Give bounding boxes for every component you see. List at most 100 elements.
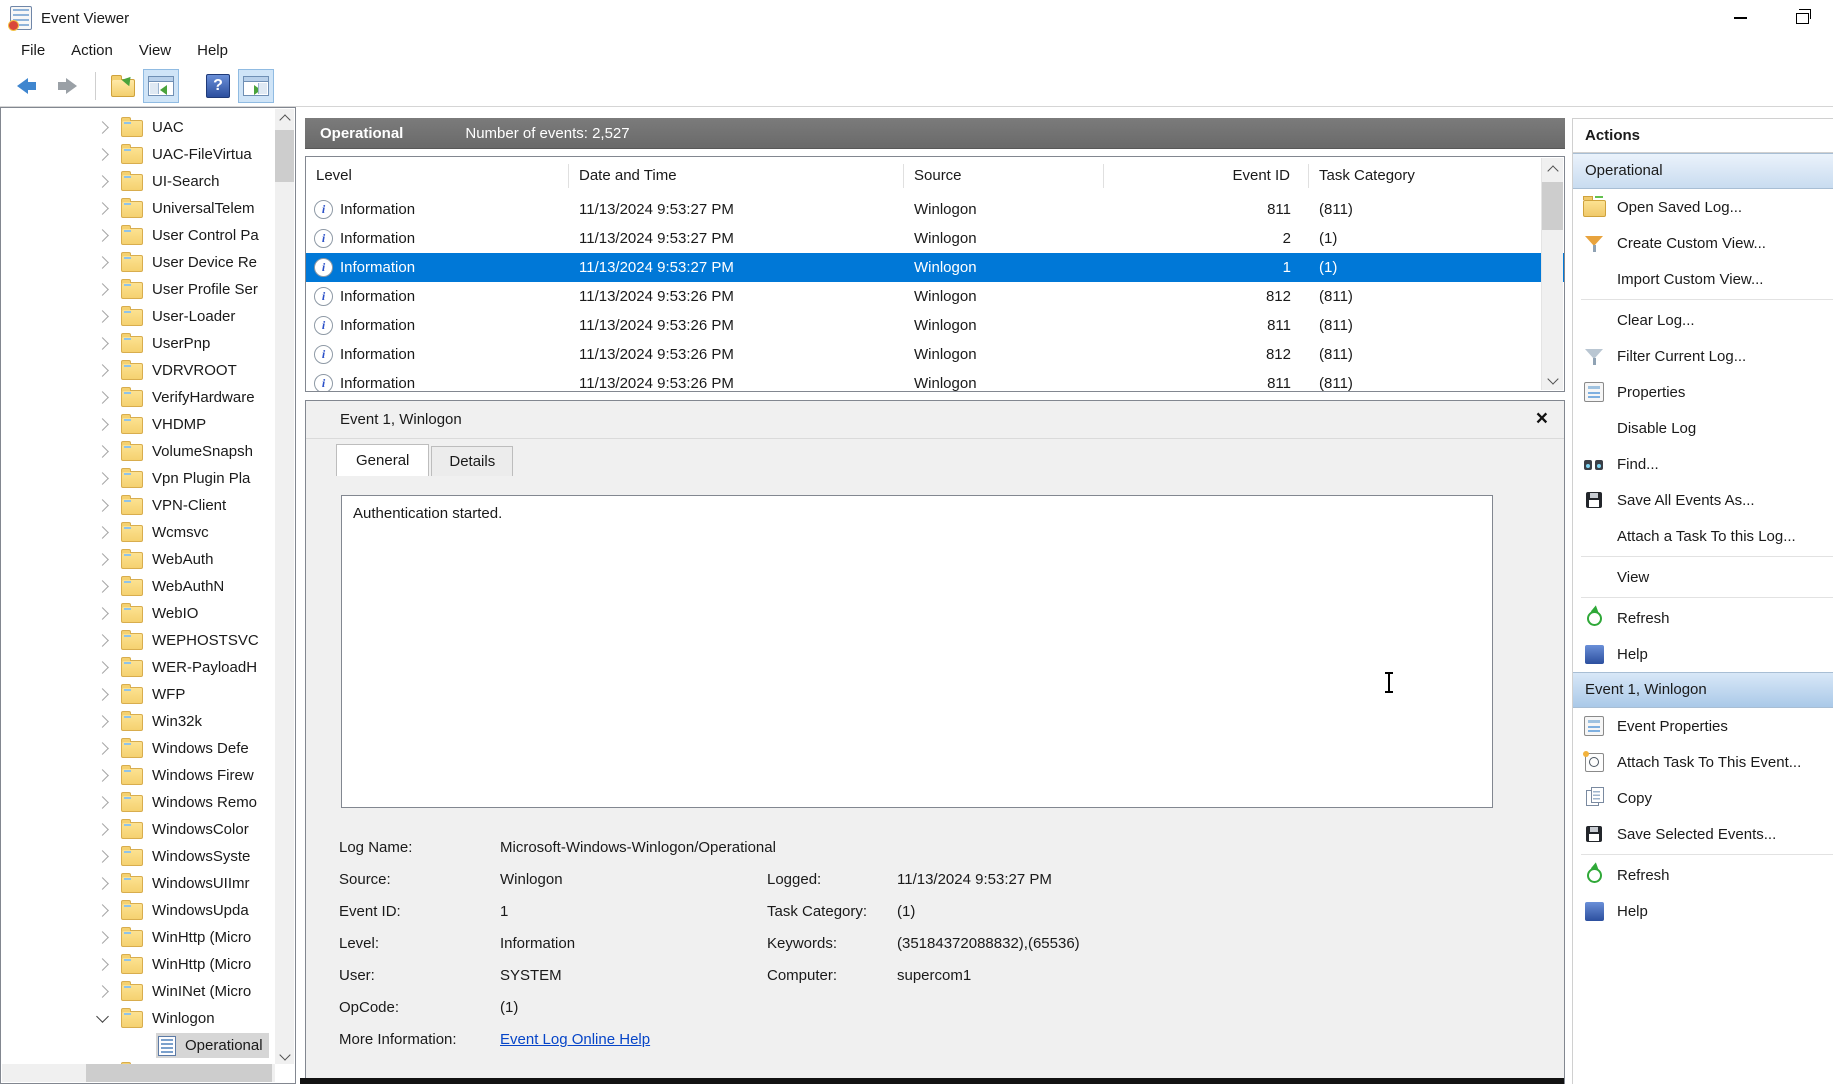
- tree-item[interactable]: WFP: [1, 681, 296, 708]
- action-item[interactable]: Import Custom View...: [1573, 261, 1833, 297]
- tree-item[interactable]: Vpn Plugin Pla: [1, 465, 296, 492]
- scroll-up-button[interactable]: [1542, 160, 1563, 177]
- action-item[interactable]: Copy: [1573, 780, 1833, 816]
- chevron-right-icon[interactable]: [96, 364, 109, 377]
- chevron-right-icon[interactable]: [96, 796, 109, 809]
- scrollbar-thumb[interactable]: [86, 1064, 272, 1082]
- event-description-box[interactable]: Authentication started.: [341, 495, 1493, 808]
- chevron-right-icon[interactable]: [96, 850, 109, 863]
- chevron-right-icon[interactable]: [96, 229, 109, 242]
- tree-item[interactable]: UniversalTelem: [1, 195, 296, 222]
- scrollbar-thumb[interactable]: [1542, 182, 1563, 230]
- tree-item[interactable]: User-Loader: [1, 303, 296, 330]
- chevron-right-icon[interactable]: [96, 1010, 109, 1023]
- chevron-right-icon[interactable]: [96, 499, 109, 512]
- action-item[interactable]: View: [1573, 559, 1833, 595]
- action-item[interactable]: Refresh: [1573, 600, 1833, 636]
- tree-item[interactable]: WER-PayloadH: [1, 654, 296, 681]
- table-row[interactable]: iInformation 11/13/2024 9:53:27 PM Winlo…: [306, 195, 1564, 224]
- detail-tab[interactable]: Details: [431, 446, 513, 476]
- table-row[interactable]: iInformation 11/13/2024 9:53:27 PM Winlo…: [306, 224, 1564, 253]
- chevron-right-icon[interactable]: [96, 418, 109, 431]
- tree-item[interactable]: UAC-FileVirtua: [1, 141, 296, 168]
- action-item[interactable]: Attach a Task To this Log...: [1573, 518, 1833, 554]
- action-item[interactable]: Help: [1573, 636, 1833, 672]
- tree-item[interactable]: WindowsColor: [1, 816, 296, 843]
- scrollbar-thumb[interactable]: [275, 130, 294, 182]
- events-vertical-scrollbar[interactable]: [1541, 158, 1563, 390]
- tree-item[interactable]: Windows Defe: [1, 735, 296, 762]
- action-item[interactable]: Open Saved Log...: [1573, 189, 1833, 225]
- column-header-source[interactable]: Source: [904, 164, 1104, 188]
- chevron-right-icon[interactable]: [96, 877, 109, 890]
- chevron-right-icon[interactable]: [96, 904, 109, 917]
- menu-item[interactable]: Action: [58, 38, 126, 63]
- tree-item[interactable]: WindowsUIImr: [1, 870, 296, 897]
- tree-item[interactable]: WinINet (Micro: [1, 978, 296, 1005]
- chevron-right-icon[interactable]: [96, 472, 109, 485]
- chevron-right-icon[interactable]: [96, 148, 109, 161]
- tree-item[interactable]: VolumeSnapsh: [1, 438, 296, 465]
- tree-item[interactable]: Windows Firew: [1, 762, 296, 789]
- chevron-right-icon[interactable]: [96, 985, 109, 998]
- action-item[interactable]: Refresh: [1573, 857, 1833, 893]
- chevron-right-icon[interactable]: [96, 580, 109, 593]
- table-row[interactable]: iInformation 11/13/2024 9:53:26 PM Winlo…: [306, 369, 1564, 392]
- chevron-right-icon[interactable]: [96, 202, 109, 215]
- tree-item[interactable]: WinHttp (Micro: [1, 951, 296, 978]
- tree-item[interactable]: UI-Search: [1, 168, 296, 195]
- export-log-button[interactable]: [105, 69, 141, 103]
- sidebar-horizontal-scrollbar[interactable]: [2, 1064, 275, 1082]
- chevron-right-icon[interactable]: [96, 607, 109, 620]
- actions-group-header-operational[interactable]: Operational: [1573, 153, 1833, 189]
- tree-item[interactable]: VerifyHardware: [1, 384, 296, 411]
- tree-item[interactable]: Windows Remo: [1, 789, 296, 816]
- tree-item[interactable]: VPN-Client: [1, 492, 296, 519]
- back-button[interactable]: [10, 69, 46, 103]
- chevron-right-icon[interactable]: [96, 931, 109, 944]
- action-item[interactable]: Disable Log: [1573, 410, 1833, 446]
- action-item[interactable]: Save All Events As...: [1573, 482, 1833, 518]
- action-item[interactable]: Save Selected Events...: [1573, 816, 1833, 852]
- table-row[interactable]: iInformation 11/13/2024 9:53:26 PM Winlo…: [306, 311, 1564, 340]
- chevron-right-icon[interactable]: [96, 661, 109, 674]
- menu-item[interactable]: View: [126, 38, 184, 63]
- help-button[interactable]: ?: [200, 69, 236, 103]
- tree-item[interactable]: VHDMP: [1, 411, 296, 438]
- chevron-right-icon[interactable]: [96, 634, 109, 647]
- chevron-right-icon[interactable]: [96, 283, 109, 296]
- chevron-right-icon[interactable]: [96, 958, 109, 971]
- tree-item[interactable]: Win32k: [1, 708, 296, 735]
- tree-item[interactable]: WEPHOSTSVC: [1, 627, 296, 654]
- menu-item[interactable]: Help: [184, 38, 241, 63]
- column-header-eventid[interactable]: Event ID: [1104, 164, 1309, 188]
- table-row[interactable]: iInformation 11/13/2024 9:53:26 PM Winlo…: [306, 282, 1564, 311]
- detail-tab[interactable]: General: [336, 444, 429, 476]
- chevron-right-icon[interactable]: [96, 175, 109, 188]
- chevron-right-icon[interactable]: [96, 256, 109, 269]
- column-header-date[interactable]: Date and Time: [569, 164, 904, 188]
- scroll-up-button[interactable]: [275, 109, 294, 126]
- tree-item[interactable]: Winlogon: [1, 1005, 296, 1032]
- chevron-right-icon[interactable]: [96, 823, 109, 836]
- chevron-right-icon[interactable]: [96, 121, 109, 134]
- tree-item[interactable]: WebAuth: [1, 546, 296, 573]
- restore-button[interactable]: [1771, 0, 1833, 36]
- menu-item[interactable]: File: [8, 38, 58, 63]
- close-icon[interactable]: ×: [1536, 404, 1548, 434]
- minimize-button[interactable]: [1709, 0, 1771, 36]
- tree-item[interactable]: Wcmsvc: [1, 519, 296, 546]
- tree-item[interactable]: WebAuthN: [1, 573, 296, 600]
- action-item[interactable]: Filter Current Log...: [1573, 338, 1833, 374]
- chevron-right-icon[interactable]: [96, 553, 109, 566]
- action-item[interactable]: Attach Task To This Event...: [1573, 744, 1833, 780]
- scroll-down-button[interactable]: [1542, 371, 1563, 388]
- action-item[interactable]: Clear Log...: [1573, 302, 1833, 338]
- chevron-right-icon[interactable]: [96, 688, 109, 701]
- tree-item[interactable]: User Profile Ser: [1, 276, 296, 303]
- tree-item[interactable]: UAC: [1, 114, 296, 141]
- toggle-action-pane-button[interactable]: [238, 69, 274, 103]
- chevron-right-icon[interactable]: [96, 742, 109, 755]
- action-item[interactable]: Create Custom View...: [1573, 225, 1833, 261]
- table-row[interactable]: iInformation 11/13/2024 9:53:27 PM Winlo…: [306, 253, 1564, 282]
